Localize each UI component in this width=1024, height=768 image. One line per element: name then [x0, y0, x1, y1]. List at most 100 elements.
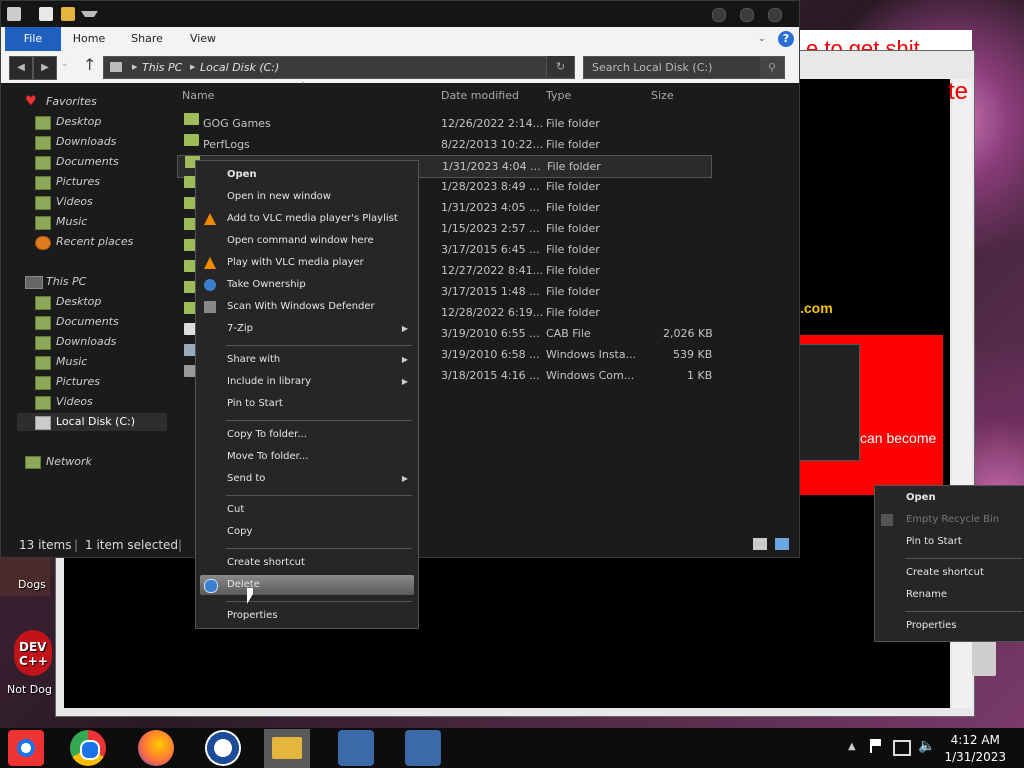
downloads-icon	[35, 136, 51, 150]
menu-item-pin-to-start[interactable]: Pin to Start	[196, 394, 418, 414]
ribbon-expand-icon[interactable]: ⌄	[758, 34, 766, 44]
column-header-date[interactable]: Date modified	[441, 87, 519, 105]
menu-item-open[interactable]: Open	[196, 165, 418, 185]
menu-item-cut[interactable]: Cut	[196, 500, 418, 520]
file-row[interactable]: GOG Games 12/26/2022 2:14... File folder	[177, 113, 710, 134]
file-context-menu: Open Open in new window Add to VLC media…	[195, 160, 419, 629]
menu-item-create-shortcut[interactable]: Create shortcut	[875, 563, 1024, 583]
menu-item-create-shortcut[interactable]: Create shortcut	[196, 553, 418, 573]
obama-icon[interactable]	[205, 730, 241, 766]
tab-view[interactable]: View	[181, 27, 225, 51]
forward-button[interactable]: ▶	[33, 56, 57, 80]
breadcrumb-this-pc[interactable]: This PC	[142, 57, 182, 78]
menu-item-scan-defender[interactable]: Scan With Windows Defender	[196, 297, 418, 317]
search-icon[interactable]: ⚲	[760, 57, 784, 78]
computer-icon	[25, 276, 43, 289]
menu-item-open-command-window[interactable]: Open command window here	[196, 231, 418, 251]
menu-item-move-to-folder[interactable]: Move To folder...	[196, 447, 418, 467]
address-bar[interactable]: ▶ This PC ▶ Local Disk (C:)	[103, 56, 575, 79]
desktop-icon-dogs[interactable]: Dogs	[0, 556, 50, 596]
chevron-down-icon[interactable]	[81, 11, 98, 23]
menu-separator	[226, 601, 412, 602]
background-com-text: .com	[800, 300, 833, 316]
nav-pc-local-disk[interactable]: Local Disk (C:)	[17, 413, 167, 431]
drive-icon	[35, 416, 51, 430]
refresh-button[interactable]: ↻	[546, 56, 574, 77]
background-dialog	[798, 344, 860, 461]
file-explorer-icon[interactable]	[264, 729, 310, 768]
network-setup-icon[interactable]	[338, 730, 374, 766]
minimize-button[interactable]	[712, 8, 726, 22]
close-button[interactable]	[768, 8, 782, 22]
music-icon	[35, 356, 51, 370]
menu-item-properties[interactable]: Properties	[875, 616, 1024, 636]
menu-item-share-with[interactable]: Share with ▶	[196, 350, 418, 370]
network-setup-icon[interactable]	[405, 730, 441, 766]
show-hidden-icons-icon[interactable]: ▲	[848, 741, 856, 752]
folder-icon	[184, 134, 199, 146]
menu-item-take-ownership[interactable]: Take Ownership	[196, 275, 418, 295]
back-button[interactable]: ◀	[9, 56, 33, 80]
chrome-icon[interactable]	[70, 730, 106, 766]
search-input[interactable]: Search Local Disk (C:) ⚲	[583, 56, 785, 79]
menu-item-copy[interactable]: Copy	[196, 522, 418, 542]
menu-item-open[interactable]: Open	[875, 488, 1024, 508]
heart-icon: ♥	[25, 94, 37, 109]
details-view-icon[interactable]	[753, 538, 767, 550]
recent-locations-icon[interactable]: ⌄	[61, 59, 69, 69]
menu-item-empty-recycle-bin: Empty Recycle Bin	[875, 510, 1024, 530]
recycle-bin-context-menu: Open Empty Recycle Bin Pin to Start Crea…	[874, 485, 1024, 642]
menu-item-delete[interactable]: Delete	[200, 575, 414, 595]
menu-item-pin-to-start[interactable]: Pin to Start	[875, 532, 1024, 552]
maximize-button[interactable]	[740, 8, 754, 22]
clock-date: 1/31/2023	[944, 750, 1006, 764]
action-center-flag-icon[interactable]	[870, 739, 884, 753]
menu-separator	[226, 420, 412, 421]
menu-item-add-vlc-playlist[interactable]: Add to VLC media player's Playlist	[196, 209, 418, 229]
column-header-size[interactable]: Size	[651, 87, 674, 105]
menu-separator	[905, 558, 1023, 559]
up-arrow-icon[interactable]: ↑	[83, 55, 96, 74]
column-header-name[interactable]: Name	[182, 87, 214, 105]
network-status-icon[interactable]	[893, 740, 911, 756]
recycle-bin-icon[interactable]	[972, 640, 996, 676]
menu-separator	[905, 611, 1023, 612]
tab-file[interactable]: File	[5, 27, 61, 51]
menu-item-copy-to-folder[interactable]: Copy To folder...	[196, 425, 418, 445]
menu-item-open-new-window[interactable]: Open in new window	[196, 187, 418, 207]
music-icon	[35, 216, 51, 230]
app-icon	[7, 7, 21, 21]
menu-item-7zip[interactable]: 7-Zip ▶	[196, 319, 418, 339]
help-icon[interactable]: ?	[778, 31, 794, 47]
breadcrumb-drive[interactable]: Local Disk (C:)	[200, 57, 279, 78]
sort-caret-icon: ˄	[301, 81, 305, 90]
tab-share[interactable]: Share	[123, 27, 171, 51]
desktop-icon-not-dog-label[interactable]: Not Dog	[7, 683, 52, 696]
properties-icon[interactable]	[39, 7, 53, 21]
chrome-icon[interactable]	[8, 730, 44, 766]
videos-icon	[35, 396, 51, 410]
column-header-type[interactable]: Type	[546, 87, 571, 105]
gear-icon	[204, 279, 216, 291]
volume-icon[interactable]: 🔈	[918, 738, 935, 754]
status-item-count: 13 items	[19, 538, 72, 552]
new-folder-icon[interactable]	[61, 7, 75, 21]
drive-icon	[110, 62, 122, 72]
documents-icon	[35, 316, 51, 330]
mouse-cursor-icon	[247, 588, 253, 604]
tab-home[interactable]: Home	[65, 27, 113, 51]
menu-item-play-vlc[interactable]: Play with VLC media player	[196, 253, 418, 273]
submenu-arrow-icon: ▶	[401, 474, 408, 483]
status-divider: |	[74, 538, 79, 552]
folder-icon	[184, 113, 199, 125]
documents-icon	[35, 156, 51, 170]
taskbar-clock[interactable]: 4:12 AM 1/31/2023	[944, 732, 1006, 766]
desktop-icon-dev-cpp[interactable]: DEV C++	[14, 630, 52, 676]
menu-item-include-library[interactable]: Include in library ▶	[196, 372, 418, 392]
menu-item-rename[interactable]: Rename	[875, 585, 1024, 605]
firefox-icon[interactable]	[138, 730, 174, 766]
file-row[interactable]: PerfLogs 8/22/2013 10:22... File folder	[177, 134, 710, 155]
large-icons-view-icon[interactable]	[775, 538, 789, 550]
menu-item-send-to[interactable]: Send to ▶	[196, 469, 418, 489]
menu-item-properties[interactable]: Properties	[196, 606, 418, 626]
